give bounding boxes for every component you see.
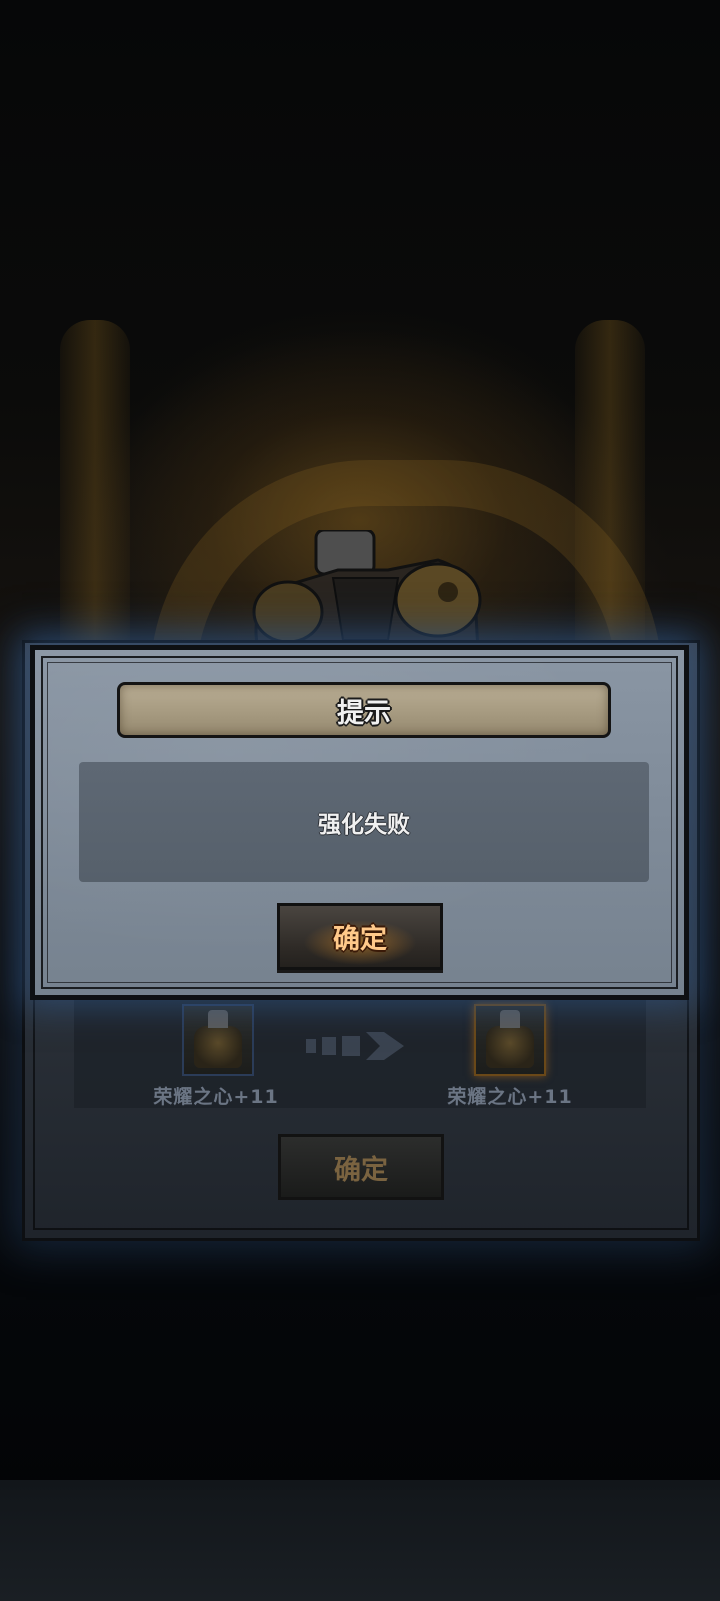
dialog-message: 强化失败: [318, 812, 410, 838]
arrow-right-icon: [306, 1032, 404, 1060]
confirm-button[interactable]: 确定: [277, 903, 443, 970]
item-slot-after: [474, 1004, 546, 1076]
item-name-after: 荣耀之心+11: [447, 1086, 573, 1108]
dialog-title-banner: 提示: [117, 682, 611, 738]
item-armor-icon: [486, 1026, 534, 1068]
background-confirm-button: 确定: [278, 1134, 444, 1200]
dialog-title: 提示: [337, 697, 391, 729]
alert-dialog: 提示 强化失败 确定: [30, 645, 689, 1000]
bottom-bar: [0, 1480, 720, 1601]
item-name-before: 荣耀之心+11: [153, 1086, 279, 1108]
confirm-button-label: 确定: [333, 924, 387, 955]
dialog-message-box: 强化失败: [79, 762, 649, 882]
item-armor-icon: [194, 1026, 242, 1068]
stone-pillar-left: [60, 320, 130, 650]
item-slot-before: [182, 1004, 254, 1076]
armor-figure-icon: [252, 530, 482, 650]
item-helmet-part: [208, 1010, 228, 1028]
item-helmet-part: [500, 1010, 520, 1028]
